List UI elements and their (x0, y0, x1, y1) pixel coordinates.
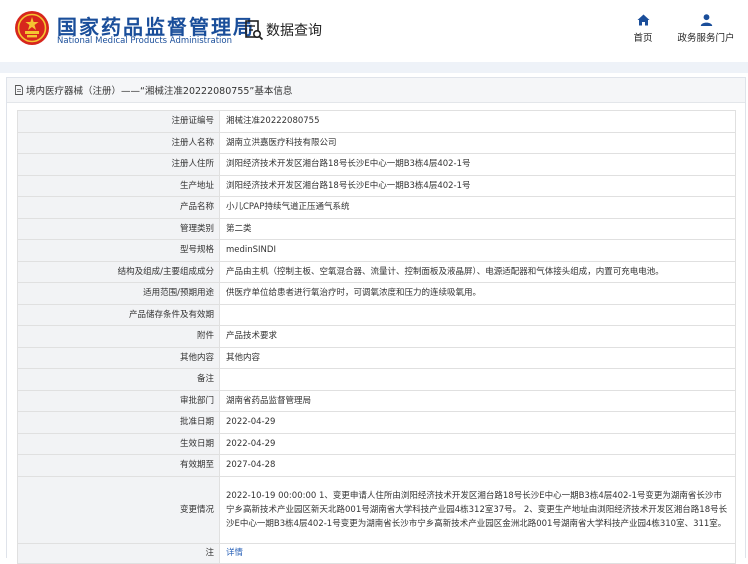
search-document-icon (245, 20, 264, 41)
device-info-panel: 境内医疗器械（注册）——“湘械注准20222080755”基本信息 注册证编号 … (6, 77, 746, 564)
table-row: 附件 产品技术要求 (17, 325, 736, 348)
field-label: 批准日期 (17, 411, 220, 434)
field-label: 注册人名称 (17, 131, 220, 154)
table-row: 其他内容 其他内容 (17, 346, 736, 369)
field-value (219, 303, 736, 326)
table-row: 变更情况 2022-10-19 00:00:00 1、变更申请人住所由浏阳经济技… (17, 475, 736, 544)
field-value: 2022-04-29 (219, 432, 736, 455)
field-label: 其他内容 (17, 346, 220, 369)
field-value: 产品技术要求 (219, 325, 736, 348)
field-label: 注册证编号 (17, 110, 220, 133)
field-label: 型号规格 (17, 239, 220, 262)
field-label: 产品储存条件及有效期 (17, 303, 220, 326)
field-value: 产品由主机（控制主板、空氧混合器、流量计、控制面板及液晶屏）、电源适配器和气体接… (219, 260, 736, 283)
panel-title: 境内医疗器械（注册）——“湘械注准20222080755”基本信息 (26, 86, 293, 97)
table-row: 审批部门 湖南省药品监督管理局 (17, 389, 736, 412)
table-row: 注册人住所 浏阳经济技术开发区湘台路18号长沙E中心一期B3栋4层402-1号 (17, 153, 736, 176)
field-label: 产品名称 (17, 196, 220, 219)
table-row: 产品名称 小儿CPAP持续气道正压通气系统 (17, 196, 736, 219)
field-label: 备注 (17, 368, 220, 391)
table-row: 注 详情 (17, 542, 736, 564)
field-value: 第二类 (219, 217, 736, 240)
nav-home[interactable]: 首页 (630, 14, 656, 44)
document-icon (15, 85, 23, 95)
field-value: 湘械注准20222080755 (219, 110, 736, 133)
table-row: 产品储存条件及有效期 (17, 303, 736, 326)
field-value: 小儿CPAP持续气道正压通气系统 (219, 196, 736, 219)
national-emblem-icon (15, 11, 49, 45)
user-icon (700, 14, 712, 26)
table-row: 有效期至 2027-04-28 (17, 454, 736, 477)
data-query-label: 数据查询 (266, 23, 322, 39)
field-label: 生效日期 (17, 432, 220, 455)
field-label: 注册人住所 (17, 153, 220, 176)
field-value: 浏阳经济技术开发区湘台路18号长沙E中心一期B3栋4层402-1号 (219, 153, 736, 176)
field-value: 供医疗单位给患者进行氧治疗时，可调氧浓度和压力的连续吸氧用。 (219, 282, 736, 305)
field-label: 有效期至 (17, 454, 220, 477)
field-label: 变更情况 (17, 475, 220, 544)
table-row: 批准日期 2022-04-29 (17, 411, 736, 434)
field-label: 生产地址 (17, 174, 220, 197)
nav-service-label: 政务服务门户 (677, 33, 735, 44)
details-cell: 详情 (219, 542, 736, 564)
details-link[interactable]: 详情 (226, 548, 243, 558)
table-row: 注册人名称 湖南立洪嘉医疗科技有限公司 (17, 131, 736, 154)
field-label: 适用范围/预期用途 (17, 282, 220, 305)
table-row: 管理类别 第二类 (17, 217, 736, 240)
field-value: 浏阳经济技术开发区湘台路18号长沙E中心一期B3栋4层402-1号 (219, 174, 736, 197)
nav-service-portal[interactable]: 政务服务门户 (676, 14, 736, 44)
field-value: 湖南立洪嘉医疗科技有限公司 (219, 131, 736, 154)
field-value: medinSINDI (219, 239, 736, 262)
table-row: 生产地址 浏阳经济技术开发区湘台路18号长沙E中心一期B3栋4层402-1号 (17, 174, 736, 197)
site-header: 国家药品监督管理局 National Medical Products Admi… (0, 0, 748, 62)
field-label: 结构及组成/主要组成成分 (17, 260, 220, 283)
table-row: 注册证编号 湘械注准20222080755 (17, 110, 736, 133)
field-label: 管理类别 (17, 217, 220, 240)
field-label: 附件 (17, 325, 220, 348)
field-label: 审批部门 (17, 389, 220, 412)
field-value (219, 368, 736, 391)
site-subtitle: National Medical Products Administration (57, 36, 232, 46)
field-value: 湖南省药品监督管理局 (219, 389, 736, 412)
table-row: 生效日期 2022-04-29 (17, 432, 736, 455)
table-row: 适用范围/预期用途 供医疗单位给患者进行氧治疗时，可调氧浓度和压力的连续吸氧用。 (17, 282, 736, 305)
field-value: 2022-04-29 (219, 411, 736, 434)
table-row: 结构及组成/主要组成成分 产品由主机（控制主板、空氧混合器、流量计、控制面板及液… (17, 260, 736, 283)
field-label: 注 (17, 542, 220, 564)
field-value: 2027-04-28 (219, 454, 736, 477)
table-row: 型号规格 medinSINDI (17, 239, 736, 262)
data-query-link[interactable]: 数据查询 (244, 19, 322, 41)
change-history-value: 2022-10-19 00:00:00 1、变更申请人住所由浏阳经济技术开发区湘… (219, 475, 736, 544)
device-info-table: 注册证编号 湘械注准20222080755 注册人名称 湖南立洪嘉医疗科技有限公… (17, 110, 736, 564)
panel-header: 境内医疗器械（注册）——“湘械注准20222080755”基本信息 (7, 78, 745, 103)
field-value: 其他内容 (219, 346, 736, 369)
table-row: 备注 (17, 368, 736, 391)
nav-home-label: 首页 (633, 33, 653, 44)
header-divider-band (0, 62, 748, 73)
home-icon (637, 14, 649, 26)
